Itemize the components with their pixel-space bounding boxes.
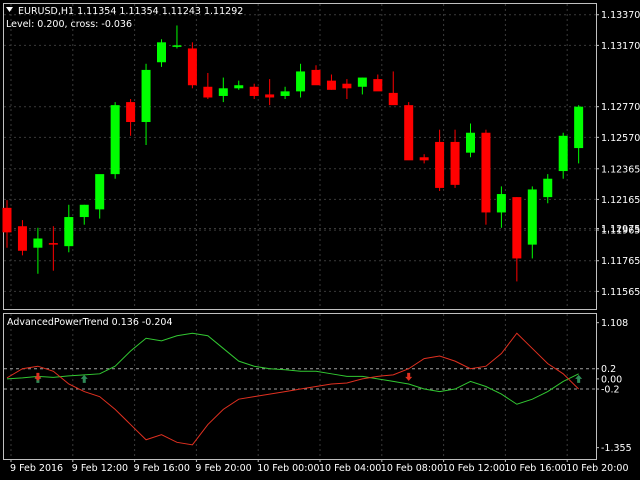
bear-candle: [450, 141, 460, 185]
indicator-tick-label: -0.2: [601, 385, 620, 396]
triangle-down-icon[interactable]: [6, 7, 13, 12]
bull-candle: [141, 69, 151, 123]
bull-candle: [33, 238, 43, 248]
bear-candle: [342, 83, 352, 89]
bull-candle: [527, 189, 537, 245]
bull-candle: [496, 194, 506, 213]
bear-candle: [187, 48, 197, 86]
price-tick-label: 1.11965: [601, 226, 640, 237]
price-tick-label: 1.11765: [601, 256, 640, 267]
bull-candle: [110, 105, 120, 175]
bear-candle: [435, 141, 445, 188]
bear-candle: [48, 243, 58, 245]
bull-candle: [558, 135, 568, 172]
price-tick-label: 1.13170: [601, 41, 640, 52]
bull-candle: [280, 91, 290, 96]
bear-candle: [265, 94, 275, 98]
candles: [2, 25, 584, 282]
bear-candle: [512, 197, 522, 259]
bear-candle: [17, 226, 27, 251]
bull-candle: [543, 178, 553, 198]
bear-candle: [2, 207, 12, 233]
price-tick-label: 1.13370: [601, 10, 640, 21]
time-tick-label: 9 Feb 12:00: [72, 463, 128, 474]
bear-candle: [481, 132, 491, 213]
bull-candle: [357, 77, 367, 87]
price-tick-label: 1.12770: [601, 102, 640, 113]
bear-candle: [249, 86, 259, 96]
time-tick-label: 10 Feb 12:00: [443, 463, 505, 474]
indicator-axis: 1.1080.20.00-0.2-1.355: [596, 318, 632, 454]
price-tick-label: 1.11565: [601, 287, 640, 298]
bull-candle: [574, 106, 584, 149]
bull-candle: [218, 88, 228, 96]
time-tick-label: 9 Feb 2016: [10, 463, 63, 474]
indicator-params: Level: 0.200, cross: -0.036: [6, 19, 132, 30]
time-tick-label: 10 Feb 04:00: [319, 463, 381, 474]
bull-candle: [64, 217, 74, 247]
time-tick-label: 10 Feb 00:00: [257, 463, 319, 474]
price-tick-label: 1.12570: [601, 133, 640, 144]
bull-candle: [296, 71, 306, 92]
up-arrow-icon: [575, 374, 583, 383]
time-axis: 9 Feb 2016 9 Feb 12:00 9 Feb 16:00 9 Feb 20…: [10, 459, 629, 474]
price-grid: [4, 4, 596, 309]
time-tick-label: 10 Feb 16:00: [504, 463, 566, 474]
price-tick-label: 1.12365: [601, 164, 640, 175]
bear-candle: [311, 69, 321, 86]
bear-candle: [373, 79, 383, 92]
time-tick-label: 10 Feb 08:00: [381, 463, 443, 474]
down-arrow-icon: [34, 372, 42, 381]
time-tick-label: 9 Feb 20:00: [195, 463, 251, 474]
bull-candle: [157, 42, 166, 63]
indicator-tick-label: -1.355: [601, 443, 632, 454]
indicator-grid: [4, 314, 596, 459]
indicator-panel-border: [3, 313, 597, 460]
bear-candle: [388, 92, 398, 106]
time-tick-label: 9 Feb 16:00: [134, 463, 190, 474]
bull-candle: [234, 85, 244, 89]
indicator-tick-label: 1.108: [601, 318, 628, 329]
bull-candle: [79, 204, 89, 218]
symbol-info: EURUSD,H1 1.11354 1.11354 1.11243 1.1129…: [18, 6, 243, 17]
bull-candle: [95, 174, 105, 210]
price-panel-border: [3, 3, 597, 310]
bear-candle: [404, 105, 414, 161]
bear-candle: [126, 102, 136, 123]
price-axis: 1.133701.131701.129751.127701.125701.123…: [596, 10, 640, 298]
trading-chart[interactable]: 1.133701.131701.129751.127701.125701.123…: [0, 0, 640, 480]
bull-candle: [466, 132, 475, 153]
indicator-label: AdvancedPowerTrend 0.136 -0.204: [7, 317, 173, 328]
bear-candle: [203, 86, 213, 98]
bull-candle: [172, 45, 182, 47]
price-tick-label: 1.12165: [601, 195, 640, 206]
time-tick-label: 10 Feb 20:00: [566, 463, 628, 474]
bear-candle: [419, 157, 429, 161]
down-arrow-icon: [405, 372, 413, 381]
up-arrow-icon: [80, 374, 88, 383]
bear-candle: [326, 80, 336, 90]
